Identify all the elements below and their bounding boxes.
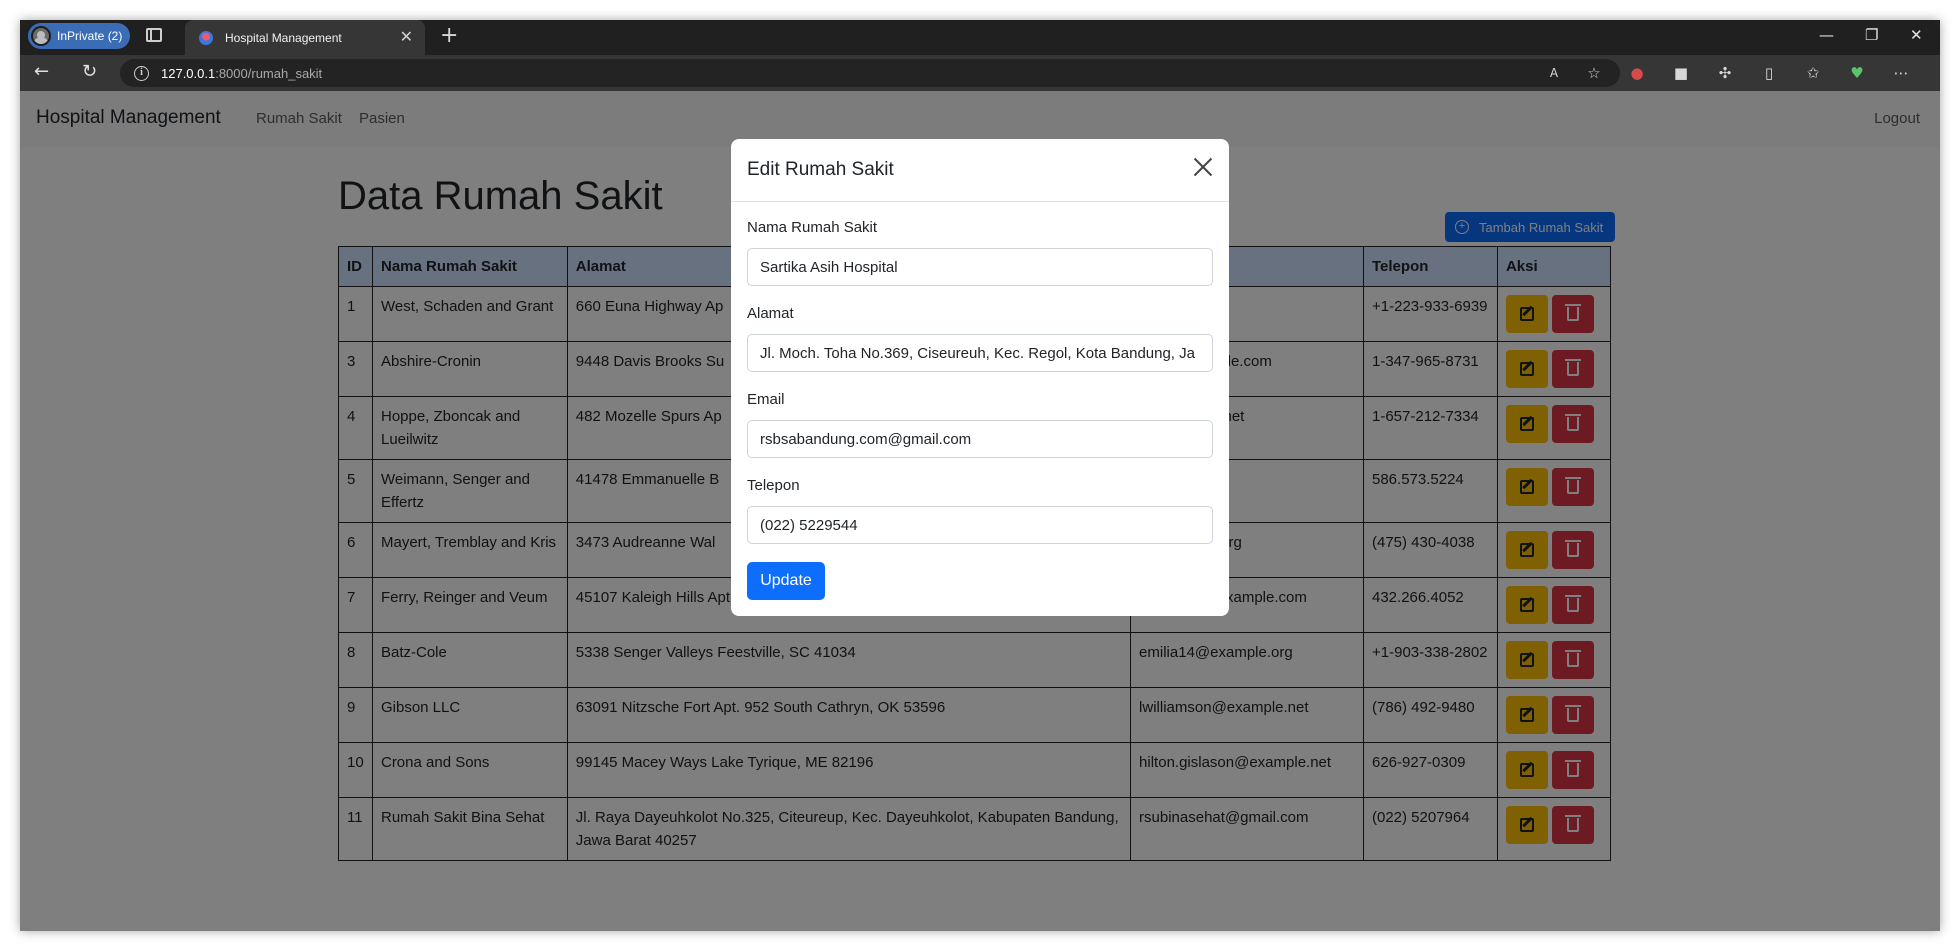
split-screen-icon[interactable]: ▯ (1760, 64, 1778, 82)
extension-2-icon[interactable]: ■ (1672, 64, 1690, 82)
name-field-label: Nama Rumah Sakit (747, 219, 878, 236)
email-field-label: Email (747, 391, 785, 408)
read-aloud-icon[interactable]: A (1545, 64, 1563, 82)
url-host: 127.0.0.1 (161, 65, 216, 81)
tab-actions-icon[interactable] (146, 28, 162, 42)
favorites-icon[interactable]: ✩ (1804, 64, 1822, 82)
browser-tab-active[interactable]: Hospital Management ✕ (185, 20, 425, 55)
edit-hospital-modal: Edit Rumah Sakit Nama Rumah Sakit Alamat… (731, 139, 1229, 616)
browser-toolbar: ← ↻ i 127.0.0.1:8000/rumah_sakit A ☆ ● ■… (20, 55, 1940, 91)
web-page: Hospital Management Rumah Sakit Pasien L… (20, 91, 1940, 931)
address-field-label: Alamat (747, 305, 794, 322)
browser-essentials-icon[interactable]: ♥ (1848, 64, 1866, 82)
new-tab-plus-icon[interactable]: + (440, 24, 458, 48)
url-text: 127.0.0.1:8000/rumah_sakit (161, 66, 322, 81)
phone-field-label: Telepon (747, 477, 800, 494)
browser-window: InPrivate (2) Hospital Management ✕ + — … (20, 20, 1940, 931)
modal-header: Edit Rumah Sakit (731, 139, 1229, 202)
address-field[interactable] (747, 334, 1213, 372)
window-minimize-icon[interactable]: — (1819, 26, 1834, 44)
window-restore-icon[interactable]: ❐ (1865, 26, 1878, 44)
site-info-icon[interactable]: i (134, 65, 149, 81)
modal-title: Edit Rumah Sakit (747, 159, 894, 180)
url-path: :8000/rumah_sakit (215, 65, 323, 81)
profile-label: InPrivate (2) (57, 29, 123, 43)
tab-title: Hospital Management (225, 30, 342, 45)
extension-icon[interactable]: ● (1628, 64, 1646, 82)
refresh-icon[interactable]: ↻ (82, 62, 97, 82)
update-button[interactable]: Update (747, 562, 825, 600)
browser-title-bar: InPrivate (2) Hospital Management ✕ + — … (20, 20, 1940, 55)
favorite-star-icon[interactable]: ☆ (1585, 64, 1603, 82)
tab-close-icon[interactable]: ✕ (400, 29, 413, 45)
site-favicon-icon (199, 30, 213, 45)
close-icon[interactable] (1191, 155, 1215, 179)
hospital-name-field[interactable] (747, 248, 1213, 286)
inprivate-profile-button[interactable]: InPrivate (2) (28, 23, 130, 49)
extensions-puzzle-icon[interactable]: ✣ (1716, 64, 1734, 82)
profile-avatar-icon (31, 26, 51, 46)
phone-field[interactable] (747, 506, 1213, 544)
email-field[interactable] (747, 420, 1213, 458)
address-bar[interactable]: i 127.0.0.1:8000/rumah_sakit (120, 59, 1620, 87)
more-menu-icon[interactable]: ⋯ (1892, 64, 1910, 82)
back-arrow-icon[interactable]: ← (34, 62, 49, 82)
window-close-icon[interactable]: ✕ (1910, 26, 1923, 44)
